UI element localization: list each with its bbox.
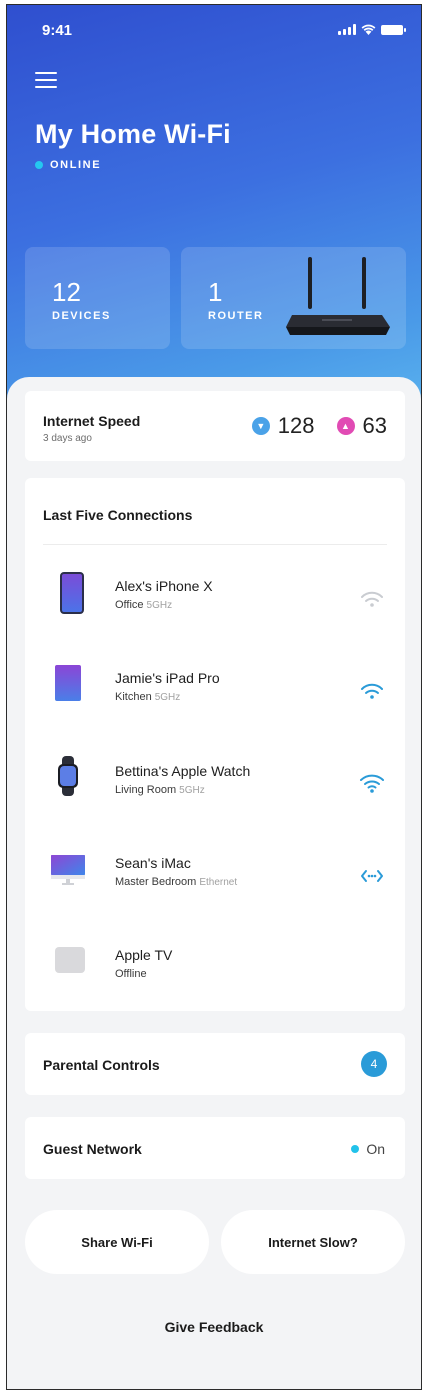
download-speed: 128	[277, 413, 315, 438]
guest-network-status: On	[351, 1141, 385, 1157]
last-connections-title: Last Five Connections	[43, 507, 193, 523]
device-name: Sean's iMac	[115, 855, 191, 871]
iphone-icon	[60, 572, 84, 614]
device-meta: Offline	[115, 968, 147, 980]
device-meta: Kitchen 5GHz	[115, 691, 180, 703]
device-band: Ethernet	[199, 877, 238, 888]
internet-speed-subtitle: 3 days ago	[43, 433, 92, 444]
share-wifi-button[interactable]: Share Wi-Fi	[25, 1210, 209, 1274]
guest-network-row[interactable]: Guest Network On	[25, 1117, 405, 1179]
app-frame: 9:41 My Home Wi-Fi ONLINE 12 DEVICES 1 R…	[6, 4, 422, 1390]
header-hero: 9:41 My Home Wi-Fi ONLINE 12 DEVICES 1 R…	[7, 5, 421, 425]
network-status: ONLINE	[35, 159, 101, 171]
connection-row[interactable]: Jamie's iPad Pro Kitchen 5GHz	[25, 656, 405, 726]
router-label: ROUTER	[208, 310, 264, 322]
device-name: Bettina's Apple Watch	[115, 763, 251, 779]
signal-icon	[338, 24, 356, 35]
ethernet-icon	[361, 870, 383, 882]
device-location: Office	[115, 599, 144, 611]
device-name: Jamie's iPad Pro	[115, 670, 220, 686]
imac-icon	[51, 855, 85, 885]
network-status-label: ONLINE	[50, 159, 102, 171]
download-icon: ▼	[251, 417, 270, 435]
wifi-weak-icon	[361, 591, 383, 607]
upload-speed: 63	[362, 413, 387, 438]
last-connections-card: Last Five Connections Alex's iPhone X Of…	[25, 478, 405, 1011]
divider	[43, 544, 387, 545]
speed-values: ▼ 128 ▲ 63	[251, 413, 387, 439]
parental-controls-count-badge: 4	[361, 1051, 387, 1077]
devices-card[interactable]: 12 DEVICES	[25, 247, 170, 349]
device-location: Kitchen	[115, 691, 152, 703]
status-icons	[338, 24, 406, 35]
battery-icon	[381, 25, 406, 35]
wifi-icon	[361, 683, 383, 699]
network-title: My Home Wi-Fi	[35, 119, 231, 149]
router-card[interactable]: 1 ROUTER	[181, 247, 406, 349]
device-meta: Master Bedroom Ethernet	[115, 876, 237, 888]
wifi-icon	[360, 774, 384, 793]
internet-speed-card[interactable]: Internet Speed 3 days ago ▼ 128 ▲ 63	[25, 391, 405, 461]
internet-speed-title: Internet Speed	[43, 413, 141, 429]
ipad-icon	[55, 665, 81, 701]
connection-row[interactable]: Apple TV Offline	[25, 933, 405, 1003]
device-name: Alex's iPhone X	[115, 578, 213, 594]
devices-count: 12	[52, 277, 81, 307]
connection-row[interactable]: Bettina's Apple Watch Living Room 5GHz	[25, 749, 405, 819]
parental-controls-label: Parental Controls	[43, 1057, 160, 1073]
status-dot-icon	[351, 1145, 360, 1153]
hamburger-menu-icon[interactable]	[35, 72, 57, 88]
give-feedback-link[interactable]: Give Feedback	[7, 1319, 421, 1335]
devices-label: DEVICES	[52, 310, 111, 322]
connection-row[interactable]: Alex's iPhone X Office 5GHz	[25, 564, 405, 634]
router-count: 1	[208, 277, 223, 307]
device-meta: Office 5GHz	[115, 599, 172, 611]
parental-controls-row[interactable]: Parental Controls 4	[25, 1033, 405, 1095]
apple-watch-icon	[58, 756, 78, 796]
status-bar: 9:41	[7, 5, 421, 55]
connection-row[interactable]: Sean's iMac Master Bedroom Ethernet	[25, 841, 405, 911]
internet-slow-button[interactable]: Internet Slow?	[221, 1210, 405, 1274]
device-band: 5GHz	[179, 785, 205, 796]
device-location: Master Bedroom	[115, 876, 197, 888]
device-band: 5GHz	[146, 600, 173, 611]
online-dot-icon	[35, 161, 43, 169]
guest-network-status-label: On	[366, 1141, 385, 1157]
upload-icon: ▲	[336, 417, 355, 435]
router-icon	[286, 257, 390, 335]
device-location: Living Room	[115, 784, 177, 796]
device-band: 5GHz	[154, 692, 181, 703]
device-location: Offline	[115, 968, 147, 980]
status-time: 9:41	[42, 22, 73, 39]
apple-tv-icon	[55, 947, 85, 973]
device-name: Apple TV	[115, 947, 173, 963]
guest-network-label: Guest Network	[43, 1141, 142, 1157]
device-meta: Living Room 5GHz	[115, 784, 205, 796]
wifi-icon	[361, 24, 376, 35]
